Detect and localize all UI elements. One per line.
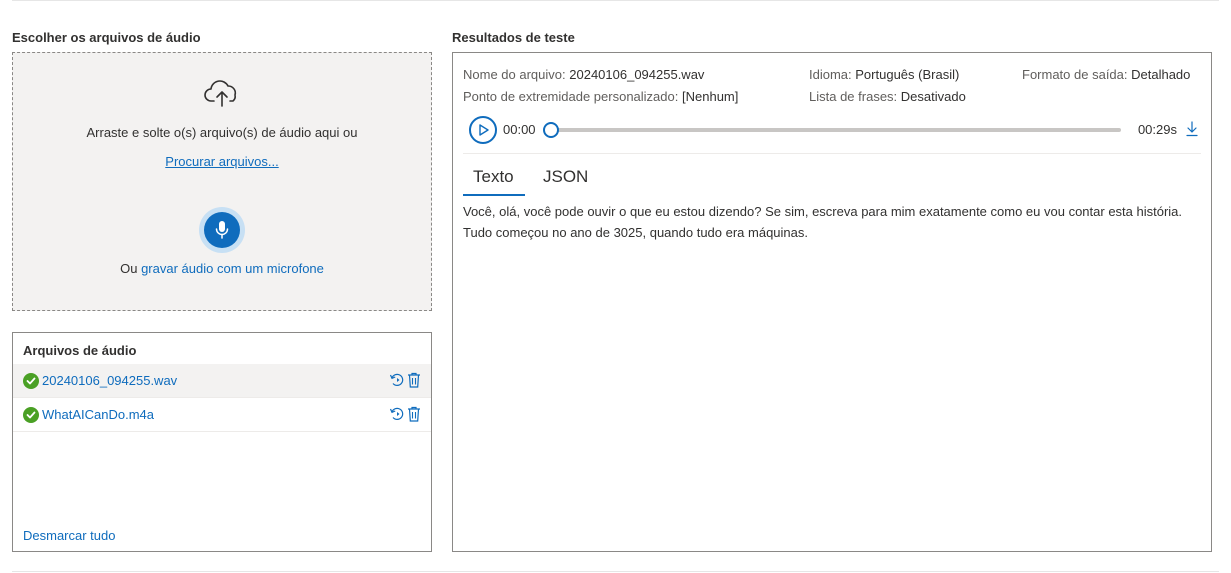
phrase-list-value: Desativado	[900, 89, 966, 104]
top-divider	[12, 0, 1219, 1]
delete-icon[interactable]	[407, 372, 421, 388]
test-results-panel: Nome do arquivo: 20240106_094255.wav Idi…	[452, 52, 1212, 552]
microphone-button-halo	[199, 207, 245, 253]
output-format-meta: Formato de saída: Detalhado	[1022, 67, 1190, 82]
file-row[interactable]: 20240106_094255.wav	[13, 364, 431, 398]
retry-icon[interactable]	[389, 372, 405, 388]
phrase-list-label: Lista de frases:	[809, 89, 898, 104]
record-audio-link[interactable]: gravar áudio com um microfone	[141, 261, 324, 276]
tab-json[interactable]: JSON	[543, 167, 588, 187]
audio-files-title: Arquivos de áudio	[23, 343, 137, 358]
file-row[interactable]: WhatAICanDo.m4a	[13, 398, 431, 432]
download-icon[interactable]	[1185, 121, 1199, 137]
language-label: Idioma:	[809, 67, 852, 82]
output-format-label: Formato de saída:	[1022, 67, 1128, 82]
file-name-value: 20240106_094255.wav	[569, 67, 705, 82]
endpoint-meta: Ponto de extremidade personalizado: [Nen…	[463, 89, 738, 104]
audio-files-panel: Arquivos de áudio 20240106_094255.wav Wh…	[12, 332, 432, 552]
tab-texto[interactable]: Texto	[473, 167, 514, 187]
delete-icon[interactable]	[407, 406, 421, 422]
total-time: 00:29s	[1137, 122, 1177, 137]
record-audio-line: Ou gravar áudio com um microfone	[13, 261, 431, 276]
language-value: Português (Brasil)	[855, 67, 960, 82]
success-check-icon	[23, 407, 39, 423]
play-icon	[479, 124, 489, 136]
transcript-text: Você, olá, você pode ouvir o que eu esto…	[463, 204, 1183, 240]
file-name-link[interactable]: WhatAICanDo.m4a	[42, 407, 154, 422]
current-time: 00:00	[503, 122, 536, 137]
play-button[interactable]	[469, 116, 497, 144]
file-name-meta: Nome do arquivo: 20240106_094255.wav	[463, 67, 704, 82]
seek-track[interactable]	[543, 122, 1121, 138]
endpoint-value: [Nenhum]	[682, 89, 739, 104]
cloud-upload-icon	[204, 80, 237, 107]
audio-dropzone[interactable]: Arraste e solte o(s) arquivo(s) de áudio…	[12, 52, 432, 311]
results-section-title: Resultados de teste	[452, 30, 575, 45]
results-divider	[463, 153, 1201, 154]
drop-instructions: Arraste e solte o(s) arquivo(s) de áudio…	[86, 125, 358, 140]
success-check-icon	[23, 373, 39, 389]
retry-icon[interactable]	[389, 406, 405, 422]
output-format-value: Detalhado	[1131, 67, 1191, 82]
deselect-all-link[interactable]: Desmarcar tudo	[23, 528, 115, 543]
bottom-divider	[12, 571, 1219, 572]
file-name-label: Nome do arquivo:	[463, 67, 566, 82]
browse-files-link[interactable]: Procurar arquivos...	[13, 154, 431, 169]
phrase-list-meta: Lista de frases: Desativado	[809, 89, 966, 104]
seek-thumb[interactable]	[543, 122, 559, 138]
endpoint-label: Ponto de extremidade personalizado:	[463, 89, 679, 104]
language-meta: Idioma: Português (Brasil)	[809, 67, 959, 82]
active-tab-indicator	[463, 194, 525, 196]
upload-section-title: Escolher os arquivos de áudio	[12, 30, 201, 45]
microphone-icon	[215, 221, 229, 239]
audio-player: 00:00 00:29s	[469, 116, 1201, 144]
file-name-link[interactable]: 20240106_094255.wav	[42, 373, 177, 388]
record-microphone-button[interactable]	[204, 212, 240, 248]
record-prefix: Ou	[120, 261, 142, 276]
